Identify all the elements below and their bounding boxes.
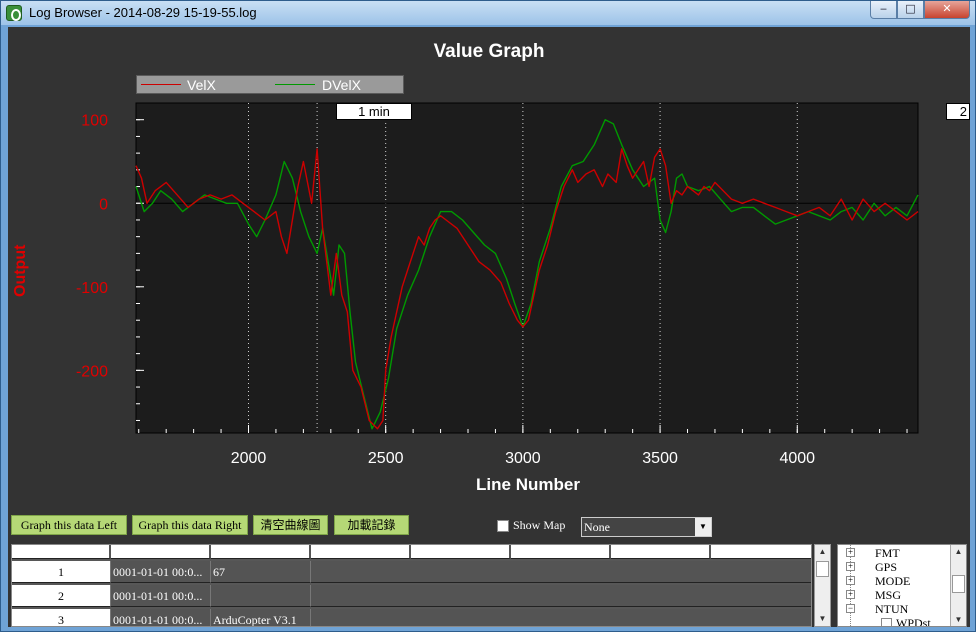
scroll-up-icon[interactable]: ▲: [951, 547, 966, 556]
expand-icon[interactable]: +: [846, 576, 855, 585]
time-cell[interactable]: 0001-01-01 00:0...: [111, 561, 211, 583]
expand-icon[interactable]: +: [846, 562, 855, 571]
y-tick-label: 0: [99, 196, 108, 213]
x-tick-label: 2500: [368, 450, 404, 467]
legend-velx-line: [141, 84, 181, 85]
value-cell[interactable]: ArduCopter V3.1: [211, 609, 311, 626]
table-row[interactable]: 3 0001-01-01 00:0... ArduCopter V3.1: [12, 609, 811, 626]
wpdst-checkbox[interactable]: [881, 618, 892, 626]
log-browser-window: Log Browser - 2014-08-29 15-19-55.log ‒ …: [0, 0, 976, 632]
empty-cell[interactable]: [311, 561, 811, 583]
tree-item-fmt[interactable]: + FMT: [838, 546, 948, 560]
tree-item-label: MSG: [875, 588, 902, 602]
app-icon: [6, 5, 22, 21]
x-tick-label: 3500: [642, 450, 678, 467]
collapse-icon[interactable]: −: [846, 604, 855, 613]
table-row[interactable]: 1 0001-01-01 00:0... 67: [12, 561, 811, 583]
header-cell[interactable]: [611, 545, 711, 559]
show-map-checkbox[interactable]: [497, 520, 509, 532]
time-cell[interactable]: 0001-01-01 00:0...: [111, 585, 211, 607]
graph-left-button[interactable]: Graph this data Left: [11, 515, 127, 535]
legend-dvelx-label: DVelX: [322, 77, 361, 93]
legend-dvelx-line: [275, 84, 315, 85]
grid-header: [12, 545, 811, 559]
x-axis-title: Line Number: [476, 475, 580, 494]
time-label-2: 2: [946, 103, 970, 120]
tree-item-label: GPS: [875, 560, 898, 574]
scroll-down-icon[interactable]: ▼: [815, 612, 830, 626]
header-cell[interactable]: [12, 545, 111, 559]
y-axis-title: Output: [12, 244, 29, 297]
tree-item-label: MODE: [875, 574, 911, 588]
tree-item-msg[interactable]: + MSG: [838, 588, 948, 602]
log-data-grid[interactable]: 1 0001-01-01 00:0... 67 2 0001-01-01 00:…: [11, 544, 812, 627]
scroll-thumb[interactable]: [816, 561, 829, 577]
header-cell[interactable]: [511, 545, 611, 559]
empty-cell[interactable]: [311, 609, 811, 626]
plot-svg[interactable]: 100 0 -100 -200 2000 2500 3000 3500 4000: [8, 27, 970, 507]
table-row[interactable]: 2 0001-01-01 00:0...: [12, 585, 811, 607]
clear-graph-button[interactable]: 清空曲線圖: [253, 515, 328, 535]
window-title: Log Browser - 2014-08-29 15-19-55.log: [29, 5, 257, 20]
value-graph[interactable]: 100 0 -100 -200 2000 2500 3000 3500 4000 Value G…: [8, 27, 970, 507]
x-tick-label: 2000: [231, 450, 267, 467]
header-cell[interactable]: [411, 545, 511, 559]
tree-item-wpdst[interactable]: WPDst: [838, 616, 948, 627]
y-tick-label: -100: [76, 280, 108, 297]
x-tick-label: 3000: [505, 450, 541, 467]
grid-scrollbar[interactable]: ▲ ▼: [814, 544, 831, 627]
time-cell[interactable]: 0001-01-01 00:0...: [111, 609, 211, 626]
time-label: 1 min: [336, 103, 412, 120]
close-button[interactable]: ✕: [924, 1, 970, 19]
map-select[interactable]: None ▼: [581, 517, 712, 537]
tree-item-label: NTUN: [875, 602, 909, 616]
plot-background: [135, 102, 919, 434]
scroll-thumb[interactable]: [952, 575, 965, 593]
row-number[interactable]: 2: [12, 585, 111, 607]
header-cell[interactable]: [211, 545, 311, 559]
y-tick-label: -200: [76, 363, 108, 380]
show-map-label: Show Map: [513, 518, 566, 532]
legend-velx-label: VelX: [187, 77, 216, 93]
graph-title: Value Graph: [433, 41, 545, 62]
row-number[interactable]: 3: [12, 609, 111, 626]
y-tick-label: 100: [81, 113, 108, 130]
tree-item-gps[interactable]: + GPS: [838, 560, 948, 574]
tree-scrollbar[interactable]: ▲ ▼: [950, 545, 966, 626]
header-cell[interactable]: [111, 545, 211, 559]
bottom-panel: Graph this data Left Graph this data Rig…: [8, 507, 970, 627]
empty-cell[interactable]: [311, 585, 811, 607]
header-cell[interactable]: [711, 545, 811, 559]
tree-item-mode[interactable]: + MODE: [838, 574, 948, 588]
tree-item-ntun[interactable]: − NTUN: [838, 602, 948, 616]
maximize-button[interactable]: □: [897, 1, 924, 19]
row-number[interactable]: 1: [12, 561, 111, 583]
message-type-tree[interactable]: + FMT + GPS + MODE + MSG − NTUN WPDst ▲ …: [837, 544, 967, 627]
minimize-button[interactable]: ‒: [870, 1, 897, 19]
tree-item-label: WPDst: [896, 616, 931, 627]
expand-icon[interactable]: +: [846, 590, 855, 599]
chevron-down-icon[interactable]: ▼: [695, 518, 711, 536]
value-cell[interactable]: [211, 585, 311, 607]
map-select-value: None: [584, 520, 610, 534]
x-tick-label: 4000: [779, 450, 815, 467]
title-bar[interactable]: Log Browser - 2014-08-29 15-19-55.log ‒ …: [1, 1, 975, 25]
legend: VelX DVelX: [136, 75, 404, 94]
load-log-button[interactable]: 加載記錄: [334, 515, 409, 535]
expand-icon[interactable]: +: [846, 548, 855, 557]
client-area: 100 0 -100 -200 2000 2500 3000 3500 4000 Value G…: [8, 27, 970, 627]
value-cell[interactable]: 67: [211, 561, 311, 583]
scroll-up-icon[interactable]: ▲: [815, 545, 830, 559]
header-cell[interactable]: [311, 545, 411, 559]
graph-right-button[interactable]: Graph this data Right: [132, 515, 248, 535]
scroll-down-icon[interactable]: ▼: [951, 615, 966, 624]
tree-item-label: FMT: [875, 546, 900, 560]
